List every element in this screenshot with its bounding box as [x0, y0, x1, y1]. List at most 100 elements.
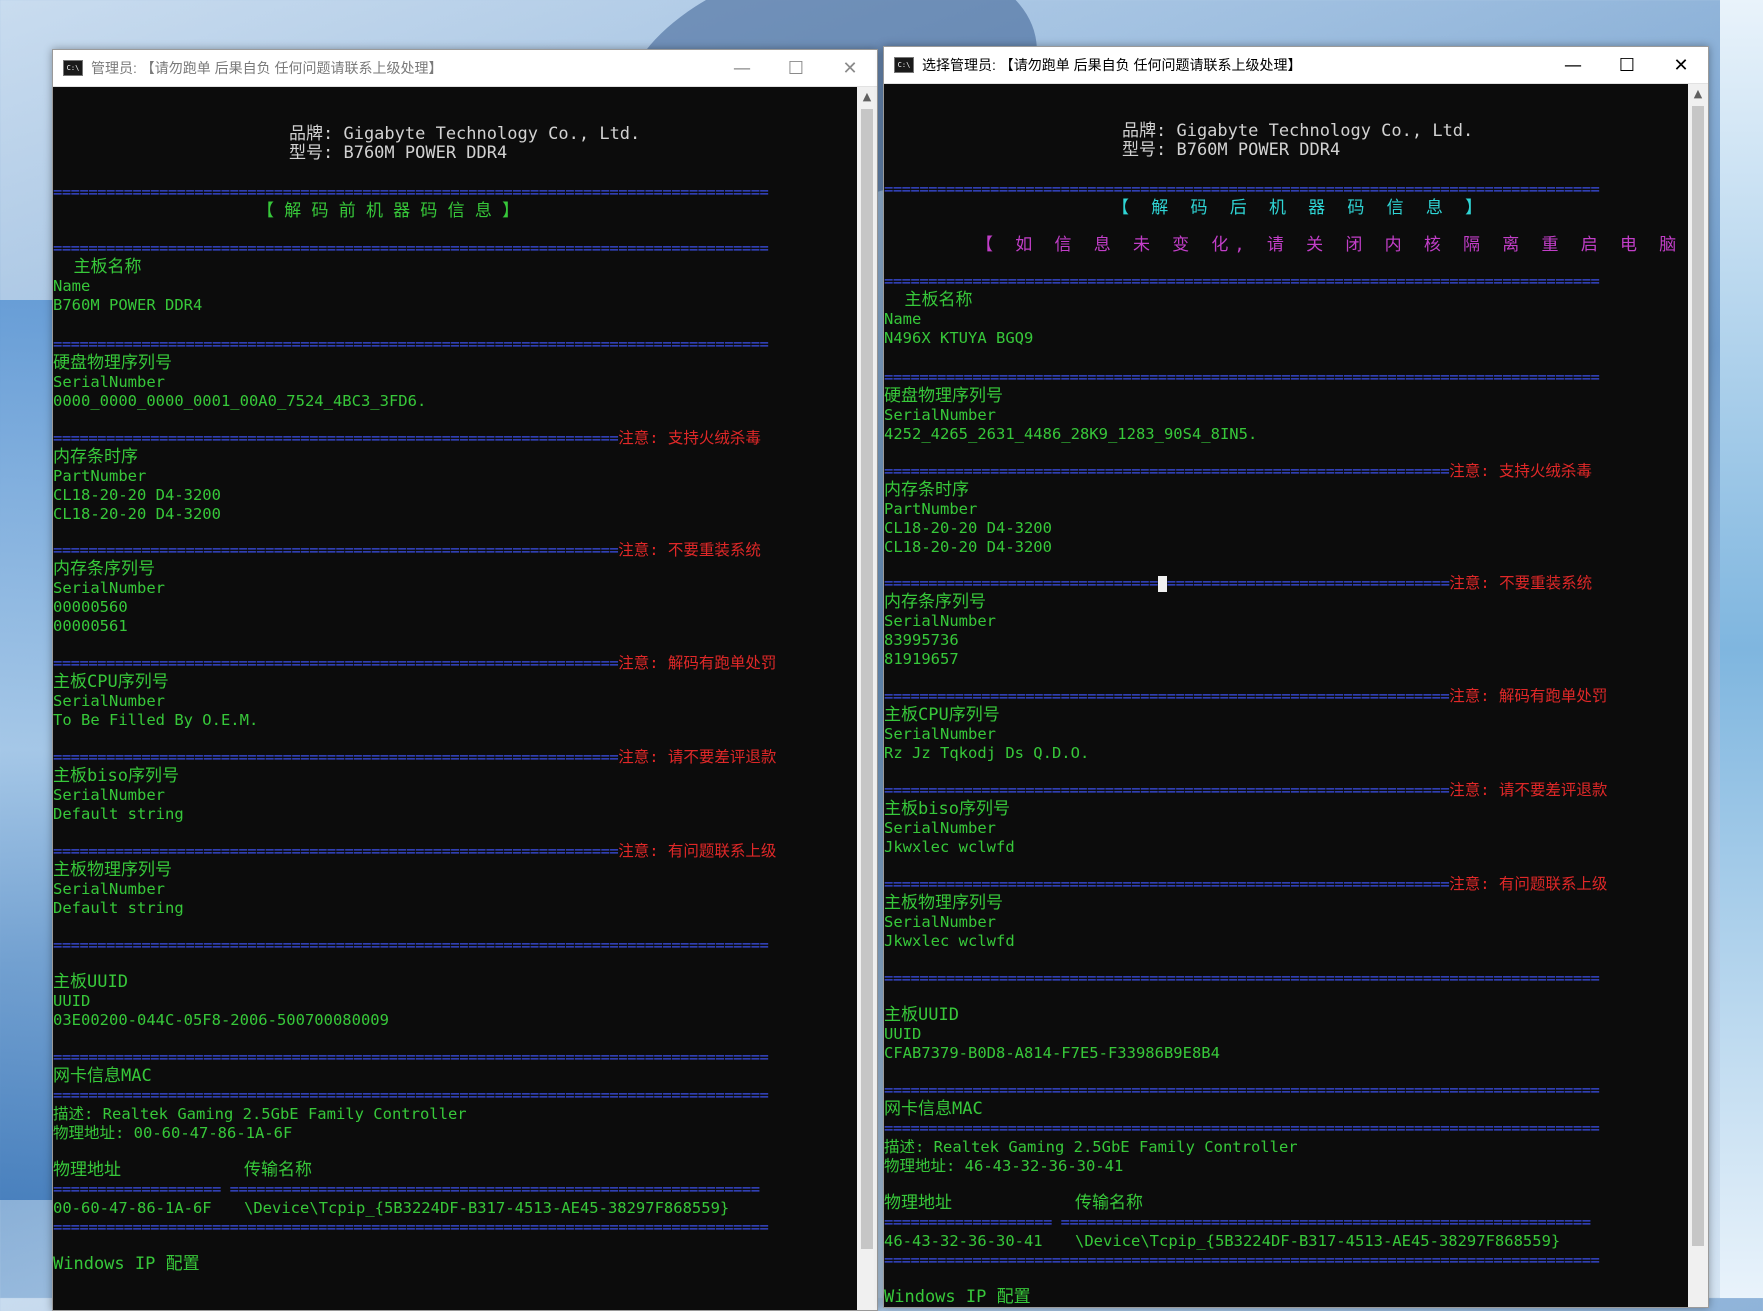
cpu-serial-label: 主板CPU序列号	[53, 672, 169, 692]
uuid-key: UUID	[884, 1025, 922, 1043]
maximize-button[interactable]: ☐	[769, 50, 823, 86]
warning-note: 注意: 请不要差评退款	[1449, 781, 1608, 799]
column-physical-address: 物理地址	[53, 1160, 121, 1180]
scroll-thumb[interactable]	[861, 109, 873, 1249]
close-button[interactable]: ✕	[823, 50, 877, 86]
scroll-up-arrow-icon[interactable]: ▲	[857, 87, 877, 107]
vertical-scrollbar[interactable]: ▲	[1688, 84, 1708, 1307]
nic-description[interactable]: 描述: Realtek Gaming 2.5GbE Family Control…	[53, 1105, 857, 1124]
separator: ========================================…	[53, 335, 769, 353]
separator: ========================================…	[53, 936, 769, 954]
warning-note: 注意: 不要重装系统	[618, 541, 761, 559]
minimize-button[interactable]: —	[1546, 47, 1600, 83]
mac-value[interactable]: 46-43-32-36-30-41	[884, 1232, 1075, 1251]
scroll-thumb[interactable]	[1692, 106, 1704, 1246]
cpu-serial-value[interactable]: To Be Filled By O.E.M.	[53, 711, 857, 730]
minimize-button[interactable]: —	[715, 50, 769, 86]
transport-value[interactable]: \Device\Tcpip_{5B3224DF-B317-4513-AE45-3…	[1075, 1232, 1560, 1250]
separator: ========================================…	[884, 1119, 1600, 1137]
column-physical-address: 物理地址	[884, 1193, 952, 1213]
separator: ===============================	[884, 574, 1158, 592]
model-line: 型号: B760M POWER DDR4	[289, 143, 508, 163]
serial-key: SerialNumber	[884, 725, 996, 743]
maximize-button[interactable]: ☐	[1600, 47, 1654, 83]
part-key: PartNumber	[884, 500, 978, 518]
console-window-before[interactable]: C:\ 管理员: 【请勿跑单 后果自负 任何问题请联系上级处理】 — ☐ ✕ 品…	[52, 49, 878, 1311]
brand-line: 品牌: Gigabyte Technology Co., Ltd.	[1122, 121, 1474, 141]
separator: ========================================…	[884, 462, 1450, 480]
titlebar[interactable]: C:\ 选择管理员: 【请勿跑单 后果自负 任何问题请联系上级处理】 — ☐ ✕	[884, 47, 1708, 84]
separator: =================== ====================…	[884, 1213, 1591, 1231]
memory-serial-label: 内存条序列号	[53, 559, 155, 579]
board-physical-serial-label: 主板物理序列号	[884, 893, 1003, 913]
separator: ========================================…	[53, 239, 769, 257]
separator: ========================================…	[884, 969, 1600, 987]
board-name-label: 主板名称	[884, 290, 973, 310]
warning-note: 注意: 解码有跑单处罚	[1449, 687, 1608, 705]
serial-key: SerialNumber	[884, 612, 996, 630]
nic-description[interactable]: 描述: Realtek Gaming 2.5GbE Family Control…	[884, 1138, 1688, 1157]
memory-serial-value[interactable]: 00000560	[53, 598, 857, 617]
warning-note: 注意: 有问题联系上级	[618, 842, 777, 860]
board-physical-serial-value[interactable]: Default string	[53, 899, 857, 918]
board-name-value[interactable]: N496X KTUYA BGQ9	[884, 329, 1688, 348]
bios-serial-label: 主板biso序列号	[884, 799, 1010, 819]
memory-timing-value[interactable]: CL18-20-20 D4-3200	[884, 538, 1688, 557]
window-title: 选择管理员: 【请勿跑单 后果自负 任何问题请联系上级处理】	[922, 57, 1302, 73]
bios-serial-value[interactable]: Jkwxlec wclwfd	[884, 838, 1688, 857]
memory-timing-value[interactable]: CL18-20-20 D4-3200	[53, 505, 857, 524]
scroll-up-arrow-icon[interactable]: ▲	[1688, 84, 1708, 104]
separator: ========================================…	[53, 654, 619, 672]
serial-key: SerialNumber	[884, 913, 996, 931]
text-cursor	[1157, 575, 1167, 592]
column-transport-name: 传输名称	[1075, 1193, 1143, 1213]
uuid-label: 主板UUID	[53, 972, 128, 992]
part-key: PartNumber	[53, 467, 147, 485]
separator: ========================================…	[884, 1081, 1600, 1099]
cmd-icon: C:\	[63, 60, 83, 76]
nic-physical-address[interactable]: 物理地址: 00-60-47-86-1A-6F	[53, 1124, 857, 1143]
memory-serial-value[interactable]: 83995736	[884, 631, 1688, 650]
close-button[interactable]: ✕	[1654, 47, 1708, 83]
separator: ========================================…	[53, 1218, 769, 1236]
console-output[interactable]: 品牌: Gigabyte Technology Co., Ltd. 型号: B76…	[53, 87, 857, 1310]
uuid-value[interactable]: CFAB7379-B0D8-A814-F7E5-F33986B9E8B4	[884, 1044, 1688, 1063]
name-key: Name	[53, 277, 91, 295]
vertical-scrollbar[interactable]: ▲	[857, 87, 877, 1310]
disk-serial-value[interactable]: 0000_0000_0000_0001_00A0_7524_4BC3_3FD6.	[53, 392, 857, 411]
window-title: 管理员: 【请勿跑单 后果自负 任何问题请联系上级处理】	[91, 60, 443, 76]
mac-label: 网卡信息MAC	[53, 1066, 152, 1086]
column-transport-name: 传输名称	[244, 1160, 312, 1180]
memory-serial-value[interactable]: 81919657	[884, 650, 1688, 669]
console-output[interactable]: 品牌: Gigabyte Technology Co., Ltd. 型号: B76…	[884, 84, 1688, 1307]
separator: ========================================…	[53, 1048, 769, 1066]
separator: ========================================…	[884, 875, 1450, 893]
memory-timing-value[interactable]: CL18-20-20 D4-3200	[53, 486, 857, 505]
titlebar[interactable]: C:\ 管理员: 【请勿跑单 后果自负 任何问题请联系上级处理】 — ☐ ✕	[53, 50, 877, 87]
serial-key: SerialNumber	[53, 692, 165, 710]
memory-timing-value[interactable]: CL18-20-20 D4-3200	[884, 519, 1688, 538]
separator: ========================================…	[884, 272, 1600, 290]
separator: ========================================…	[53, 183, 769, 201]
serial-key: SerialNumber	[884, 406, 996, 424]
console-window-after[interactable]: C:\ 选择管理员: 【请勿跑单 后果自负 任何问题请联系上级处理】 — ☐ ✕…	[883, 46, 1709, 1308]
separator: ========================================…	[53, 1086, 769, 1104]
model-line: 型号: B760M POWER DDR4	[1122, 140, 1341, 160]
board-name-value[interactable]: B760M POWER DDR4	[53, 296, 857, 315]
disk-serial-label: 硬盘物理序列号	[53, 353, 172, 373]
brand-line: 品牌: Gigabyte Technology Co., Ltd.	[289, 124, 641, 144]
transport-value[interactable]: \Device\Tcpip_{5B3224DF-B317-4513-AE45-3…	[244, 1199, 729, 1217]
warning-note: 注意: 请不要差评退款	[618, 748, 777, 766]
mac-value[interactable]: 00-60-47-86-1A-6F	[53, 1199, 244, 1218]
separator: ========================================…	[884, 1251, 1600, 1269]
warning-note: 注意: 解码有跑单处罚	[618, 654, 777, 672]
memory-serial-value[interactable]: 00000561	[53, 617, 857, 636]
cpu-serial-value[interactable]: Rz Jz Tqkodj Ds Q.D.O.	[884, 744, 1688, 763]
disk-serial-value[interactable]: 4252_4265_2631_4486_28K9_1283_90S4_8IN5.	[884, 425, 1688, 444]
uuid-key: UUID	[53, 992, 91, 1010]
uuid-value[interactable]: 03E00200-044C-05F8-2006-500700080009	[53, 1011, 857, 1030]
bios-serial-value[interactable]: Default string	[53, 805, 857, 824]
serial-key: SerialNumber	[53, 373, 165, 391]
board-physical-serial-value[interactable]: Jkwxlec wclwfd	[884, 932, 1688, 951]
nic-physical-address[interactable]: 物理地址: 46-43-32-36-30-41	[884, 1157, 1688, 1176]
